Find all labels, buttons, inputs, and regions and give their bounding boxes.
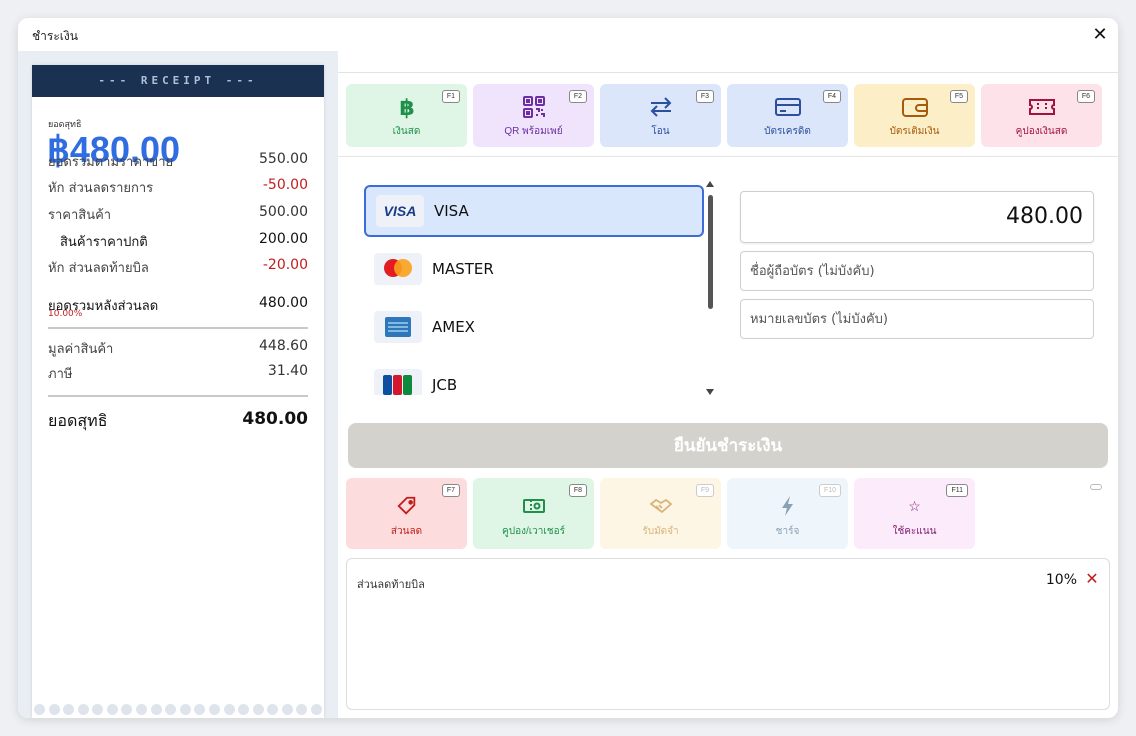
visa-icon: VISA: [376, 195, 424, 227]
card-option-jcb[interactable]: JCB: [364, 359, 704, 395]
receipt-row-bill-discount: หัก ส่วนลดท้ายบิล -20.00: [48, 257, 308, 276]
jcb-icon: [374, 369, 422, 395]
tab-strip: [338, 51, 1118, 73]
receipt-row-regular-items: สินค้าราคาปกติ 200.00: [60, 231, 308, 250]
qr-code-icon: [521, 94, 547, 120]
method-cash-coupon-button[interactable]: F6 คูปองเงินสด: [981, 84, 1102, 147]
deposit-button[interactable]: F9 รับมัดจำ: [600, 478, 721, 549]
star-icon: ☆: [908, 497, 921, 514]
receipt-row-subtotal: ราคาสินค้า 500.00: [48, 204, 308, 223]
scrollbar-thumb[interactable]: [708, 195, 713, 309]
card-number-input[interactable]: [740, 299, 1094, 339]
svg-text:฿: ฿: [399, 96, 414, 119]
confirm-payment-button[interactable]: ยืนยันชำระเงิน: [348, 423, 1108, 468]
receipt-row-after-discount: ยอดรวมหลังส่วนลด 480.00: [48, 295, 308, 314]
transfer-icon: [648, 94, 674, 120]
tag-icon: [395, 494, 419, 518]
amount-input[interactable]: 480.00: [740, 191, 1094, 243]
receipt-row-gross: ยอดรวมตามราคาขาย 550.00: [48, 151, 308, 170]
charge-button[interactable]: F10 ชาร์จ: [727, 478, 848, 549]
scroll-down-icon[interactable]: [706, 389, 714, 395]
discount-button[interactable]: F7 ส่วนลด: [346, 478, 467, 549]
applied-discount-panel: ส่วนลดท้ายบิล 10% ✕: [346, 558, 1110, 710]
method-cash-button[interactable]: F1 ฿ เงินสด: [346, 84, 467, 147]
discount-value: 10%: [1045, 572, 1077, 588]
method-qr-button[interactable]: F2 QR พร้อมเพย์: [473, 84, 594, 147]
card-type-list: VISA VISA MASTER AMEX JCB: [364, 185, 704, 395]
receipt-panel: --- RECEIPT --- ยอดสุทธิ ฿480.00 ยอดรวมต…: [18, 51, 338, 718]
card-holder-input[interactable]: [740, 251, 1094, 291]
credit-card-icon: [774, 94, 801, 120]
remove-discount-button[interactable]: ✕: [1083, 571, 1101, 589]
section-divider: [338, 156, 1118, 157]
collapse-toggle[interactable]: [1090, 484, 1102, 490]
voucher-icon: [522, 494, 546, 518]
voucher-button[interactable]: F8 คูปอง/เวาเชอร์: [473, 478, 594, 549]
mastercard-icon: [374, 253, 422, 285]
handshake-icon: [649, 494, 673, 518]
discount-label: ส่วนลดท้ายบิล: [357, 578, 425, 591]
extra-actions-row: F7 ส่วนลด F8 คูปอง/เวาเชอร์ F9 รับมัดจำ …: [346, 478, 986, 549]
receipt-divider: [48, 327, 308, 329]
method-transfer-button[interactable]: F3 โอน: [600, 84, 721, 147]
payment-modal: ชำระเงิน ✕ --- RECEIPT --- ยอดสุทธิ ฿480…: [18, 18, 1118, 718]
receipt: --- RECEIPT --- ยอดสุทธิ ฿480.00 ยอดรวมต…: [32, 65, 324, 718]
close-icon: ✕: [1085, 571, 1099, 588]
use-points-button[interactable]: F11 ☆ ใช้คะแนน: [854, 478, 975, 549]
card-list-scrollbar[interactable]: [706, 181, 714, 395]
card-option-master[interactable]: MASTER: [364, 243, 704, 295]
receipt-header: --- RECEIPT ---: [32, 65, 324, 97]
scroll-up-icon[interactable]: [706, 181, 714, 187]
baht-icon: ฿: [394, 94, 420, 120]
receipt-final-total: ยอดสุทธิ 480.00: [48, 409, 308, 430]
close-icon: ✕: [1092, 24, 1108, 44]
receipt-row-item-discount: หัก ส่วนลดรายการ -50.00: [48, 177, 308, 196]
modal-title: ชำระเงิน: [32, 29, 78, 43]
ticket-icon: [1028, 94, 1055, 120]
close-button[interactable]: ✕: [1090, 24, 1110, 44]
receipt-scallop-edge: [32, 704, 324, 718]
card-option-amex[interactable]: AMEX: [364, 301, 704, 353]
svg-text:VISA: VISA: [384, 203, 417, 219]
receipt-row-tax: ภาษี 31.40: [48, 363, 308, 382]
amex-icon: [374, 311, 422, 343]
receipt-divider: [48, 395, 308, 397]
card-option-visa[interactable]: VISA VISA: [364, 185, 704, 237]
method-credit-card-button[interactable]: F4 บัตรเครดิต: [727, 84, 848, 147]
wallet-icon: [901, 94, 928, 120]
method-prepaid-card-button[interactable]: F5 บัตรเติมเงิน: [854, 84, 975, 147]
lightning-icon: [776, 494, 800, 518]
payment-method-row: F1 ฿ เงินสด F2 QR พร้อมเพย์ F3 โอน F4 บั…: [346, 84, 1110, 147]
receipt-row-goods-value: มูลค่าสินค้า 448.60: [48, 338, 308, 357]
